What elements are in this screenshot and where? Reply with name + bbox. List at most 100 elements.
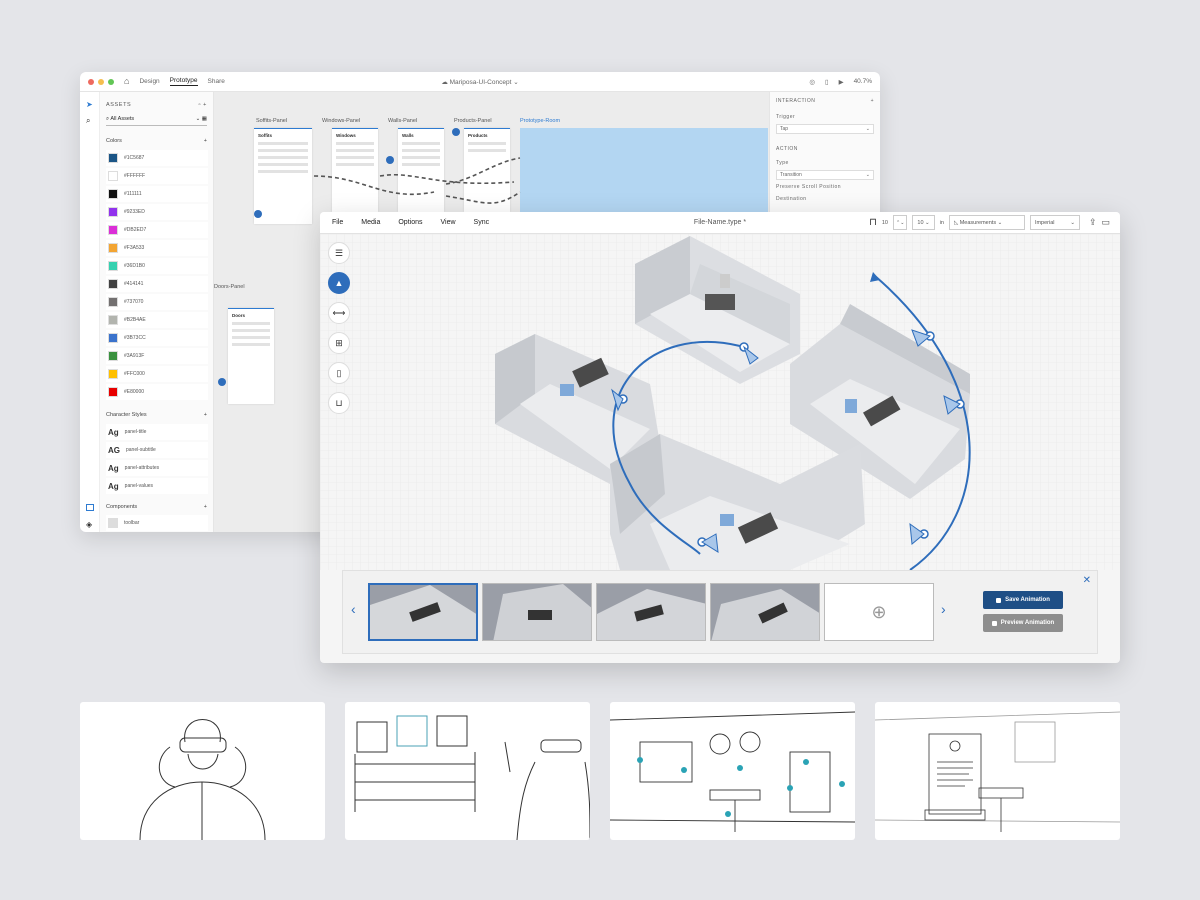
play-icon[interactable]: ▶ bbox=[839, 78, 844, 86]
char-style-row[interactable]: Ag panel-title bbox=[106, 424, 208, 440]
color-swatch-row[interactable]: #3A913F bbox=[106, 348, 208, 364]
height-select[interactable]: 10 ⌄ bbox=[912, 215, 935, 230]
keyframe-thumbnail[interactable] bbox=[710, 583, 820, 641]
add-icon[interactable]: ▫ + bbox=[199, 102, 208, 108]
color-chip bbox=[108, 261, 118, 271]
share-icon[interactable]: ⇪ bbox=[1089, 217, 1097, 228]
link-handle[interactable] bbox=[386, 156, 394, 164]
components-label: Components bbox=[106, 504, 138, 510]
preserve-scroll-checkbox[interactable]: Preserve Scroll Position bbox=[770, 180, 880, 190]
keyframe-thumbnail[interactable] bbox=[368, 583, 478, 641]
save-icon bbox=[996, 597, 1002, 603]
link-handle[interactable] bbox=[218, 378, 226, 386]
device-icon[interactable]: ▯ bbox=[825, 78, 829, 86]
layers-icon[interactable]: ◈ bbox=[86, 520, 94, 529]
color-swatch-row[interactable]: #FFFFFF bbox=[106, 168, 208, 184]
color-swatch-row[interactable]: #36D1B0 bbox=[106, 258, 208, 274]
color-swatch-row[interactable]: #111111 bbox=[106, 186, 208, 202]
minimize-dot[interactable] bbox=[98, 78, 104, 85]
color-chip bbox=[108, 243, 118, 253]
chevron-right-icon[interactable]: › bbox=[941, 601, 946, 617]
list-tool-button[interactable]: ☰ bbox=[328, 242, 350, 264]
menu-file[interactable]: File bbox=[332, 219, 343, 226]
select-tool-icon[interactable]: ➤ bbox=[86, 100, 94, 109]
action-label: ACTION bbox=[776, 146, 798, 152]
link-handle[interactable] bbox=[452, 128, 460, 136]
color-swatch-row[interactable]: #B2B4AE bbox=[106, 312, 208, 328]
color-swatch-row[interactable]: #737070 bbox=[106, 294, 208, 310]
assets-search[interactable]: ⌕ All Assets ⌄ ▦ bbox=[106, 114, 207, 126]
assets-header: ASSETS ▫ + bbox=[100, 92, 213, 108]
camera-tool-button[interactable]: ▲ bbox=[328, 272, 350, 294]
wire bbox=[313, 175, 435, 196]
colors-label: Colors bbox=[106, 138, 122, 144]
hotspot[interactable] bbox=[681, 767, 687, 773]
tab-share[interactable]: Share bbox=[208, 78, 225, 85]
height-value[interactable]: 10 bbox=[882, 220, 888, 226]
color-swatch-row[interactable]: #1C5687 bbox=[106, 150, 208, 166]
char-style-row[interactable]: Ag panel-values bbox=[106, 478, 208, 494]
type-select[interactable]: Transition ⌄ bbox=[776, 170, 874, 180]
color-swatch-row[interactable]: #9233ED bbox=[106, 204, 208, 220]
add-style-icon[interactable]: + bbox=[204, 412, 207, 418]
room-scene bbox=[320, 234, 1120, 570]
doc-title[interactable]: Mariposa-UI-Concept bbox=[450, 79, 512, 86]
char-style-row[interactable]: Ag panel-attributes bbox=[106, 460, 208, 476]
door-icon: ▯ bbox=[336, 367, 342, 378]
hotspot[interactable] bbox=[803, 759, 809, 765]
color-swatch-row[interactable]: #414141 bbox=[106, 276, 208, 292]
color-swatch-row[interactable]: #3B73CC bbox=[106, 330, 208, 346]
hotspot[interactable] bbox=[637, 757, 643, 763]
menu-sync[interactable]: Sync bbox=[474, 219, 490, 226]
maximize-dot[interactable] bbox=[108, 78, 114, 85]
zoom-tool-icon[interactable]: ⌕ bbox=[86, 116, 94, 125]
save-animation-button[interactable]: Save Animation bbox=[983, 591, 1063, 609]
keyframe-thumbnail[interactable] bbox=[482, 583, 592, 641]
color-swatch-row[interactable]: #F3A533 bbox=[106, 240, 208, 256]
add-color-icon[interactable]: + bbox=[204, 138, 207, 144]
close-dot[interactable] bbox=[88, 78, 94, 85]
grid-view-icon[interactable]: ⌄ ▦ bbox=[196, 116, 207, 123]
home-icon[interactable]: ⌂ bbox=[124, 77, 129, 86]
chevron-down-icon[interactable]: ⌄ bbox=[511, 79, 518, 86]
add-keyframe-button[interactable]: ⊕ bbox=[824, 583, 934, 641]
component-item[interactable]: toolbar bbox=[106, 515, 208, 531]
sketch-line bbox=[639, 741, 693, 783]
zoom-level[interactable]: 40.7% bbox=[854, 78, 872, 85]
preview-animation-button[interactable]: Preview Animation bbox=[983, 614, 1063, 632]
menu-view[interactable]: View bbox=[440, 219, 455, 226]
color-chip bbox=[108, 279, 118, 289]
hotspot[interactable] bbox=[787, 785, 793, 791]
3d-viewport[interactable]: ☰ ▲ ⟷ ⊞ ▯ ⊔ bbox=[320, 234, 1120, 570]
menu-media[interactable]: Media bbox=[361, 219, 380, 226]
measurements-select[interactable]: ◺ Measurements ⌄ bbox=[948, 215, 1025, 230]
trigger-select[interactable]: Tap ⌄ bbox=[776, 124, 874, 134]
product-tool-button[interactable]: ⊔ bbox=[328, 392, 350, 414]
keyframe-thumbnail[interactable] bbox=[596, 583, 706, 641]
hotspot[interactable] bbox=[839, 781, 845, 787]
hotspot[interactable] bbox=[725, 811, 731, 817]
chevron-left-icon[interactable]: ‹ bbox=[351, 601, 356, 617]
color-swatch-row[interactable]: #E80000 bbox=[106, 384, 208, 400]
hotspot[interactable] bbox=[737, 765, 743, 771]
tab-design[interactable]: Design bbox=[139, 78, 159, 85]
menu-options[interactable]: Options bbox=[398, 219, 422, 226]
door-tool-button[interactable]: ▯ bbox=[328, 362, 350, 384]
units-select[interactable]: Imperial ⌄ bbox=[1029, 215, 1080, 230]
assets-panel-icon[interactable] bbox=[86, 504, 94, 511]
tab-prototype[interactable]: Prototype bbox=[169, 77, 198, 86]
present-icon[interactable]: ▭ bbox=[1101, 217, 1110, 228]
window-tool-button[interactable]: ⊞ bbox=[328, 332, 350, 354]
sketch-line bbox=[789, 751, 831, 813]
close-icon[interactable]: ✕ bbox=[1083, 575, 1091, 586]
link-handle[interactable] bbox=[254, 210, 262, 218]
char-style-row[interactable]: AG panel-subtitle bbox=[106, 442, 208, 458]
color-swatch-row[interactable]: #DB2ED7 bbox=[106, 222, 208, 238]
add-interaction-icon[interactable]: + bbox=[871, 98, 874, 104]
color-swatch-row[interactable]: #FFC000 bbox=[106, 366, 208, 382]
wall-tool-button[interactable]: ⟷ bbox=[328, 302, 350, 324]
user-icon[interactable]: ◎ bbox=[809, 78, 815, 86]
add-component-icon[interactable]: + bbox=[204, 504, 207, 510]
height-stepper[interactable]: ⌃⌄ bbox=[893, 215, 908, 230]
cloud-icon: ☁ bbox=[441, 78, 450, 86]
